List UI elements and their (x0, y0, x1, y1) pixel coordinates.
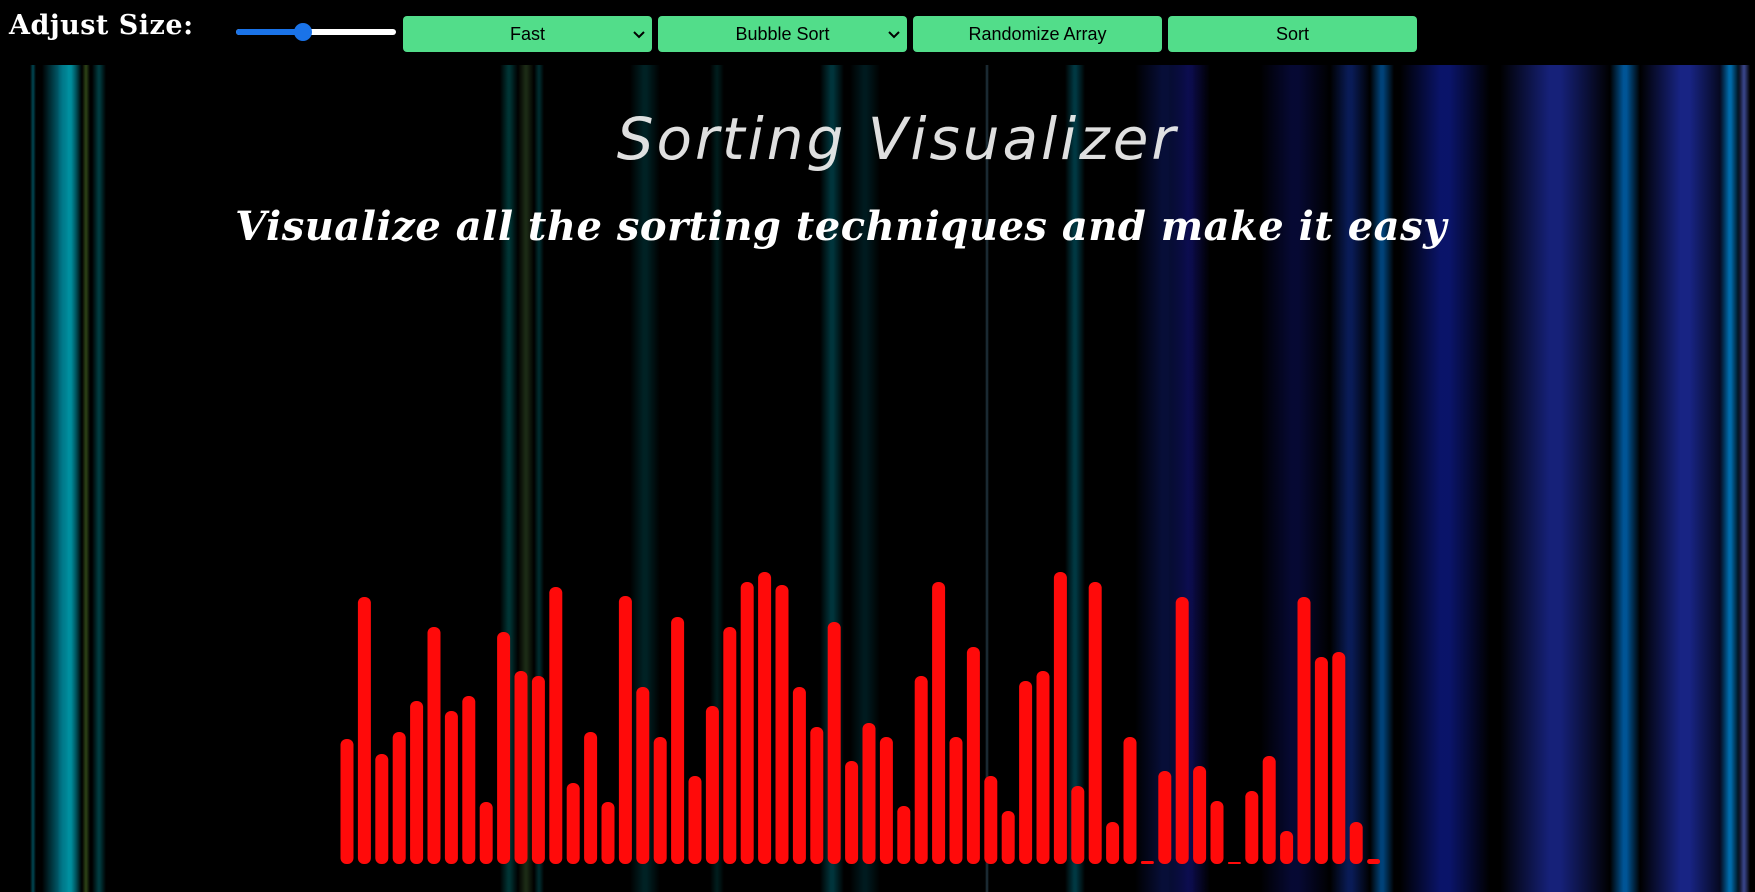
randomize-array-button[interactable]: Randomize Array (913, 16, 1162, 52)
toolbar: Adjust Size: Fast Bubble Sort Randomize … (0, 0, 1755, 65)
background-stripe (30, 65, 36, 892)
background-stripe (630, 65, 660, 892)
visualizer-stage (0, 65, 1755, 892)
speed-select-value: Fast (509, 23, 545, 44)
array-size-slider[interactable] (236, 23, 396, 41)
background-stripe (1738, 65, 1750, 892)
page-subtitle: Visualize all the sorting techniques and… (235, 203, 1447, 250)
algorithm-select[interactable]: Bubble Sort (658, 16, 907, 52)
background-stripe (1170, 65, 1210, 892)
chevron-down-icon (633, 31, 645, 39)
background-stripe (1500, 65, 1610, 892)
slider-thumb[interactable] (294, 23, 313, 41)
background-stripe (1720, 65, 1740, 892)
sort-button[interactable]: Sort (1168, 16, 1417, 52)
background-stripe (850, 65, 880, 892)
background-stripe (1330, 65, 1370, 892)
background-stripe (58, 65, 82, 892)
background-stripe (1640, 65, 1730, 892)
randomize-array-label: Randomize Array (968, 23, 1107, 44)
sort-label: Sort (1275, 23, 1309, 44)
background-stripe (820, 65, 844, 892)
adjust-size-label: Adjust Size: (9, 10, 194, 41)
background-stripe (1400, 65, 1490, 892)
page-title: Sorting Visualizer (616, 105, 1179, 173)
background-stripe (534, 65, 544, 892)
chevron-down-icon (888, 31, 900, 39)
algorithm-select-value: Bubble Sort (735, 23, 830, 44)
background-stripe (1065, 65, 1085, 892)
background-stripe (82, 65, 90, 892)
background-stripe (500, 65, 518, 892)
background-stripe (518, 65, 534, 892)
background-stripe (1370, 65, 1394, 892)
background-stripe (92, 65, 106, 892)
background-stripe (1610, 65, 1640, 892)
speed-select[interactable]: Fast (403, 16, 652, 52)
slider-fill (236, 29, 304, 35)
background-stripe (1260, 65, 1330, 892)
background-stripe (985, 65, 989, 892)
background-stripe (710, 65, 724, 892)
